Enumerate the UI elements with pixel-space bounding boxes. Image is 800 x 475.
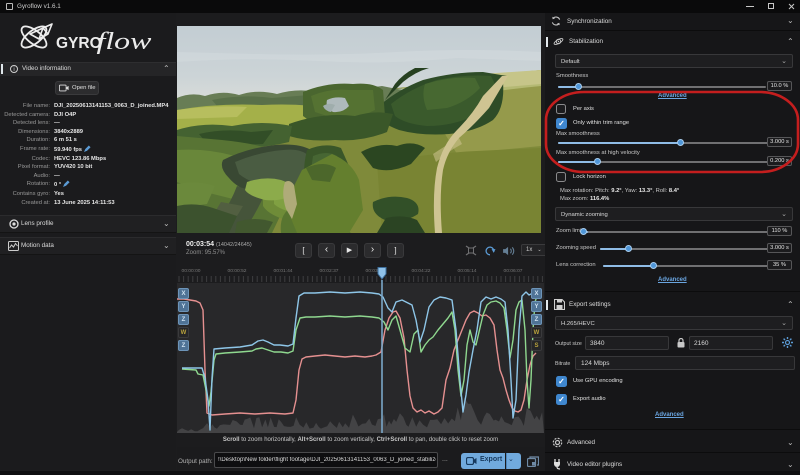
svg-text:GYRO: GYRO [56,35,102,52]
svg-text:flow: flow [96,29,151,55]
